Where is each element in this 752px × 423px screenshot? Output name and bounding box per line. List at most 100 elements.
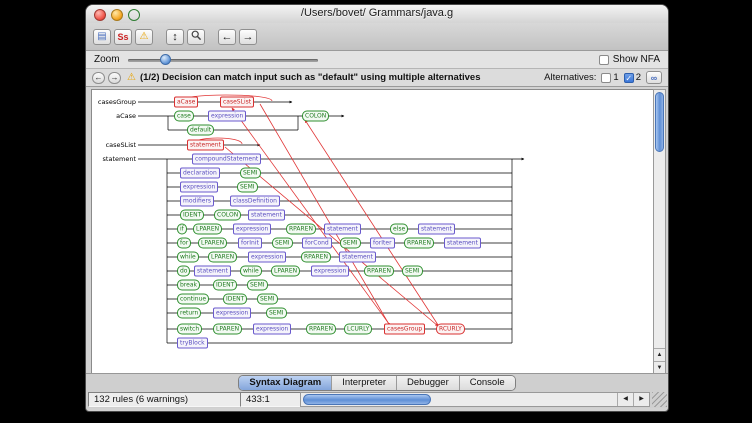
diagram-node-case[interactable]: case bbox=[174, 111, 194, 122]
next-warning-button[interactable]: → bbox=[108, 72, 121, 84]
rule-label-caseSList: caseSList bbox=[94, 141, 136, 149]
diagram-node-SEMI[interactable]: SEMI bbox=[247, 280, 268, 291]
title-bar[interactable]: /Users/bovet/ Grammars/java.g bbox=[86, 5, 668, 24]
diagram-node-expression[interactable]: expression bbox=[311, 266, 349, 277]
diagram-node-switch[interactable]: switch bbox=[177, 324, 202, 335]
alternative-1-checkbox[interactable] bbox=[601, 73, 611, 83]
show-nfa-checkbox[interactable] bbox=[599, 55, 609, 65]
diagram-node-RPAREN[interactable]: RPAREN bbox=[404, 238, 434, 249]
vertical-scrollbar[interactable]: ▲ ▼ bbox=[653, 89, 666, 375]
diagram-node-expression[interactable]: expression bbox=[180, 182, 218, 193]
scroll-right-button[interactable]: ▶ bbox=[633, 393, 649, 406]
back-button[interactable]: ← bbox=[218, 29, 236, 45]
diagram-node-caseSList[interactable]: caseSList bbox=[220, 97, 254, 108]
diagram-node-for[interactable]: for bbox=[177, 238, 191, 249]
diagram-node-forInit[interactable]: forInit bbox=[238, 238, 262, 249]
tab-debugger[interactable]: Debugger bbox=[396, 376, 459, 390]
diagram-node-expression[interactable]: expression bbox=[208, 111, 246, 122]
diagram-node-RPAREN[interactable]: RPAREN bbox=[301, 252, 331, 263]
diagram-node-expression[interactable]: expression bbox=[248, 252, 286, 263]
diagram-node-RPAREN[interactable]: RPAREN bbox=[286, 224, 316, 235]
diagram-node-statement[interactable]: statement bbox=[324, 224, 361, 235]
diagram-node-statement[interactable]: statement bbox=[339, 252, 376, 263]
magnifier-icon bbox=[191, 30, 202, 44]
diagram-canvas[interactable]: casesGroupaCasecaseSListstatementaCaseca… bbox=[91, 89, 654, 375]
diagram-node-compoundStatement[interactable]: compoundStatement bbox=[192, 154, 261, 165]
diagram-node-statement[interactable]: statement bbox=[418, 224, 455, 235]
diagram-node-break[interactable]: break bbox=[177, 280, 200, 291]
diagram-node-else[interactable]: else bbox=[390, 224, 408, 235]
diagram-node-RPAREN[interactable]: RPAREN bbox=[306, 324, 336, 335]
scroll-up-button[interactable]: ▲ bbox=[654, 348, 665, 361]
diagram-node-COLON[interactable]: COLON bbox=[214, 210, 241, 221]
previous-warning-button[interactable]: ← bbox=[92, 72, 105, 84]
vertical-scrollbar-thumb[interactable] bbox=[655, 92, 664, 152]
warning-icon: ⚠ bbox=[127, 72, 136, 83]
diagram-node-aCase[interactable]: aCase bbox=[174, 97, 198, 108]
scroll-left-button[interactable]: ◀ bbox=[617, 393, 633, 406]
diagram-node-tryBlock[interactable]: tryBlock bbox=[177, 338, 208, 349]
forward-button[interactable]: → bbox=[239, 29, 257, 45]
diagram-node-forIter[interactable]: forIter bbox=[370, 238, 395, 249]
diagram-node-SEMI[interactable]: SEMI bbox=[266, 308, 287, 319]
toolbar: ▤ Ss ⚠ ↕ ← → bbox=[86, 23, 668, 51]
diagram-node-modifiers[interactable]: modifiers bbox=[180, 196, 214, 207]
diagram-node-LPAREN[interactable]: LPAREN bbox=[193, 224, 222, 235]
diagram-node-SEMI[interactable]: SEMI bbox=[340, 238, 361, 249]
zoom-slider-track[interactable] bbox=[128, 59, 318, 62]
diagram-node-IDENT[interactable]: IDENT bbox=[213, 280, 237, 291]
diagram-node-default[interactable]: default bbox=[187, 125, 214, 136]
diagram-node-LPAREN[interactable]: LPAREN bbox=[208, 252, 237, 263]
diagram-node-while[interactable]: while bbox=[177, 252, 199, 263]
diagram-node-IDENT[interactable]: IDENT bbox=[180, 210, 204, 221]
diagram-node-COLON[interactable]: COLON bbox=[302, 111, 329, 122]
find-button[interactable] bbox=[187, 29, 205, 45]
diagram-node-statement[interactable]: statement bbox=[248, 210, 285, 221]
diagram-node-IDENT[interactable]: IDENT bbox=[223, 294, 247, 305]
diagram-node-classDefinition[interactable]: classDefinition bbox=[230, 196, 280, 207]
alternative-2-checkbox[interactable]: ✓ bbox=[624, 73, 634, 83]
diagram-node-expression[interactable]: expression bbox=[233, 224, 271, 235]
ibeam-button[interactable]: ↕ bbox=[166, 29, 184, 45]
diagram-node-do[interactable]: do bbox=[177, 266, 190, 277]
diagram-node-expression[interactable]: expression bbox=[253, 324, 291, 335]
diagram-node-SEMI[interactable]: SEMI bbox=[402, 266, 423, 277]
diagram-node-forCond[interactable]: forCond bbox=[302, 238, 332, 249]
zoom-slider-thumb[interactable] bbox=[160, 54, 171, 65]
show-nfa-label: Show NFA bbox=[613, 54, 660, 65]
horizontal-scrollbar[interactable]: ◀ ▶ bbox=[300, 392, 650, 407]
diagram-node-SEMI[interactable]: SEMI bbox=[240, 168, 261, 179]
case-sensitivity-button[interactable]: Ss bbox=[114, 29, 132, 45]
diagram-node-statement[interactable]: statement bbox=[444, 238, 481, 249]
diagram-node-casesGroup[interactable]: casesGroup bbox=[384, 324, 425, 335]
diagram-node-continue[interactable]: continue bbox=[177, 294, 209, 305]
alternatives-label: Alternatives: bbox=[544, 72, 596, 83]
tab-interpreter[interactable]: Interpreter bbox=[331, 376, 396, 390]
diagram-node-if[interactable]: if bbox=[177, 224, 187, 235]
diagram-node-RCURLY[interactable]: RCURLY bbox=[436, 324, 465, 335]
zoom-slider[interactable] bbox=[128, 54, 318, 66]
diagram-node-LPAREN[interactable]: LPAREN bbox=[198, 238, 227, 249]
tab-syntax-diagram[interactable]: Syntax Diagram bbox=[239, 376, 331, 390]
horizontal-scrollbar-thumb[interactable] bbox=[303, 394, 431, 405]
warning-bar: ← → ⚠ (1/2) Decision can match input suc… bbox=[86, 69, 668, 87]
tab-console[interactable]: Console bbox=[459, 376, 515, 390]
diagram-node-expression[interactable]: expression bbox=[213, 308, 251, 319]
print-button[interactable]: ▤ bbox=[93, 29, 111, 45]
diagram-node-SEMI[interactable]: SEMI bbox=[257, 294, 278, 305]
warnings-button[interactable]: ⚠ bbox=[135, 29, 153, 45]
ibeam-icon: ↕ bbox=[172, 32, 178, 42]
diagram-node-statement[interactable]: statement bbox=[187, 140, 224, 151]
diagram-node-LPAREN[interactable]: LPAREN bbox=[271, 266, 300, 277]
diagram-node-return[interactable]: return bbox=[177, 308, 201, 319]
diagram-node-statement[interactable]: statement bbox=[194, 266, 231, 277]
link-button[interactable]: ∞ bbox=[646, 71, 662, 84]
diagram-node-declaration[interactable]: declaration bbox=[180, 168, 220, 179]
diagram-node-SEMI[interactable]: SEMI bbox=[237, 182, 258, 193]
diagram-node-SEMI[interactable]: SEMI bbox=[272, 238, 293, 249]
diagram-node-LPAREN[interactable]: LPAREN bbox=[213, 324, 242, 335]
diagram-node-LCURLY[interactable]: LCURLY bbox=[344, 324, 372, 335]
diagram-node-RPAREN[interactable]: RPAREN bbox=[364, 266, 394, 277]
resize-grip[interactable] bbox=[652, 392, 667, 407]
diagram-node-while[interactable]: while bbox=[240, 266, 262, 277]
